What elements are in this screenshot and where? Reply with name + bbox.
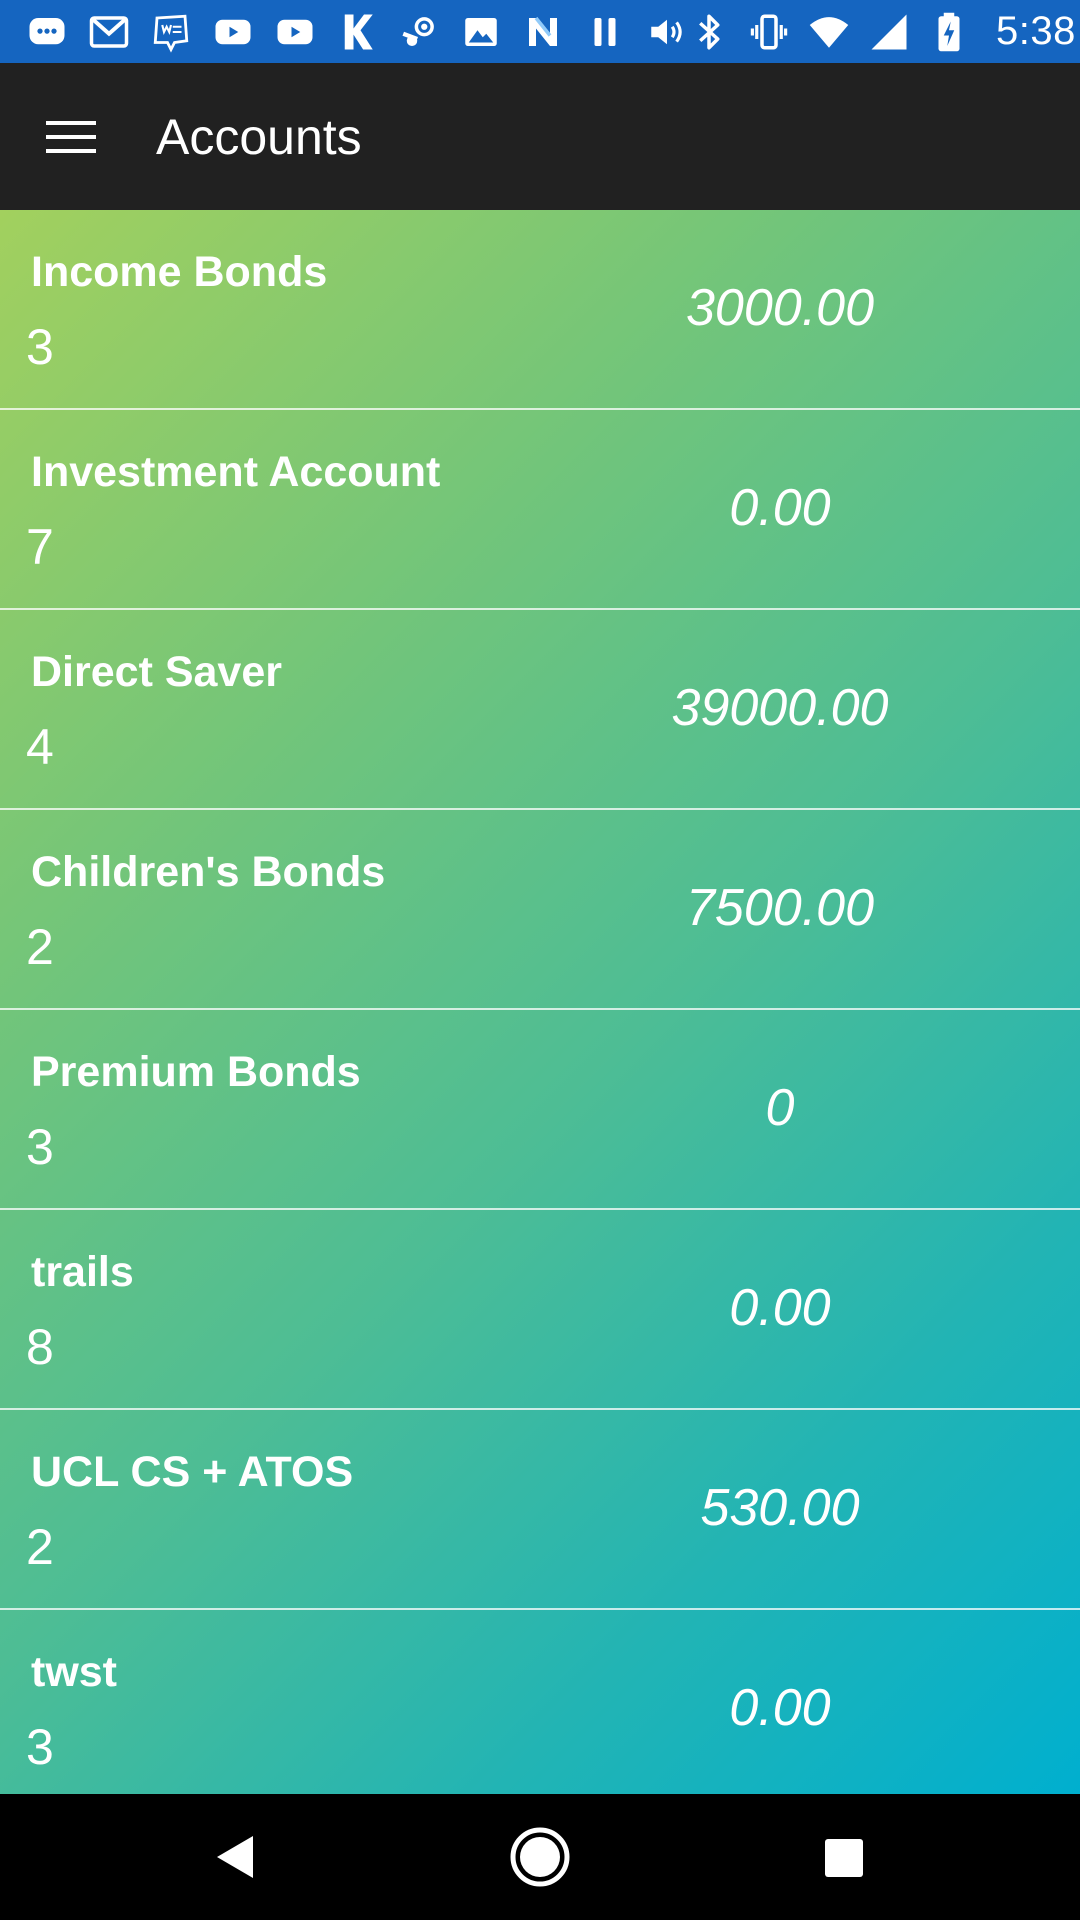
status-time: 5:38 [996,9,1076,53]
gmail-icon [88,11,130,53]
account-count: 4 [26,719,54,775]
account-row[interactable]: Premium Bonds 3 0 [0,1010,1080,1210]
account-name: Direct Saver [31,648,282,696]
vibrate-icon [748,11,790,53]
account-row[interactable]: Children's Bonds 2 7500.00 [0,810,1080,1010]
account-list: Income Bonds 3 3000.00 Investment Accoun… [0,210,1080,1794]
account-balance: 39000.00 [671,679,889,737]
webtoon-icon [150,11,192,53]
message-icon [26,11,68,53]
k-app-icon [336,11,378,53]
image-icon [460,11,502,53]
account-name: twst [31,1648,117,1696]
notification-icons [26,11,688,53]
account-balance: 7500.00 [686,879,874,937]
account-name: Children's Bonds [31,848,386,896]
account-balance: 0.00 [729,479,831,537]
steam-icon [398,11,440,53]
account-name: trails [31,1248,134,1296]
account-count: 2 [26,919,54,975]
account-name: Income Bonds [31,248,328,296]
recents-square-icon[interactable] [810,1824,876,1890]
page-title: Accounts [156,108,362,165]
youtube-icon [274,11,316,53]
app-toolbar: Accounts [0,63,1080,210]
bluetooth-icon [688,11,730,53]
account-row[interactable]: Income Bonds 3 3000.00 [0,210,1080,410]
hamburger-menu-icon[interactable] [36,101,108,173]
account-row[interactable]: Investment Account 7 0.00 [0,410,1080,610]
volume-icon [646,11,688,53]
account-name: Premium Bonds [31,1048,361,1096]
screen: 5:38 Accounts Income Bonds 3 3000.00 Inv… [0,0,1080,1920]
account-balance: 530.00 [700,1479,860,1537]
pause-icon [584,11,626,53]
youtube-icon [212,11,254,53]
account-count: 8 [26,1319,54,1375]
signal-icon [868,11,910,53]
account-balance: 3000.00 [686,279,874,337]
account-count: 3 [26,319,54,375]
account-balance: 0.00 [729,1279,831,1337]
status-bar: 5:38 [0,0,1080,63]
account-name: Investment Account [31,448,441,496]
battery-charging-icon [928,11,970,53]
account-name: UCL CS + ATOS [31,1448,354,1496]
system-status-icons: 5:38 [688,9,1076,54]
account-count: 2 [26,1519,54,1575]
account-row[interactable]: UCL CS + ATOS 2 530.00 [0,1410,1080,1610]
account-count: 3 [26,1719,54,1775]
account-row[interactable]: twst 3 0.00 [0,1610,1080,1794]
account-row[interactable]: trails 8 0.00 [0,1210,1080,1410]
wifi-icon [808,11,850,53]
account-row[interactable]: Direct Saver 4 39000.00 [0,610,1080,810]
n-app-icon [522,11,564,53]
account-count: 3 [26,1119,54,1175]
home-circle-icon[interactable] [507,1824,573,1890]
back-triangle-icon[interactable] [203,1824,269,1890]
navigation-bar [0,1794,1080,1920]
account-count: 7 [26,519,54,575]
account-balance: 0.00 [729,1679,831,1737]
account-balance: 0 [765,1079,795,1137]
